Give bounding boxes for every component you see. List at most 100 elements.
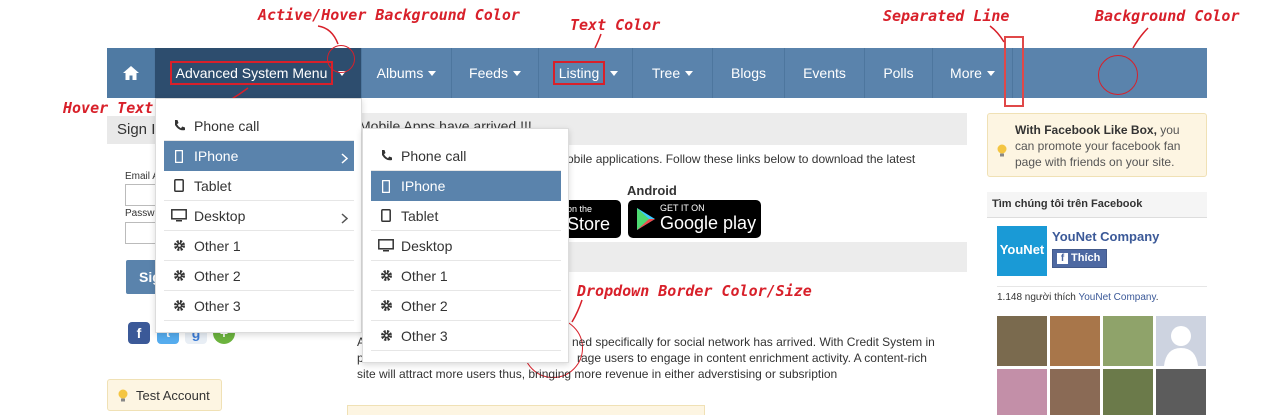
- fan-count-link[interactable]: YouNet Company: [1078, 292, 1155, 303]
- fan-count: 1.148 người thích YouNet Company.: [997, 292, 1159, 303]
- dd2-other-3[interactable]: Other 3: [371, 321, 561, 351]
- nav-listing-box: Listing: [552, 61, 606, 85]
- dd1-other-2[interactable]: Other 2: [164, 261, 354, 291]
- fan-avatar[interactable]: [1050, 369, 1100, 415]
- separated-line-highlight: [1004, 36, 1024, 107]
- nav-label-advanced: Advanced System Menu: [169, 61, 334, 85]
- dd2-other-3-label: Other 3: [401, 327, 448, 344]
- tablet-icon: [164, 179, 194, 192]
- fan-avatar-placeholder[interactable]: [1156, 316, 1206, 366]
- nav-polls-label: Polls: [883, 65, 914, 81]
- fan-avatar[interactable]: [1103, 316, 1153, 366]
- dd1-other-3[interactable]: Other 3: [164, 291, 354, 321]
- lightbulb-icon: [997, 144, 1007, 157]
- dd2-other-2[interactable]: Other 2: [371, 291, 561, 321]
- nav-home[interactable]: [107, 48, 155, 98]
- caret-down-icon: [610, 70, 619, 76]
- dd2-tablet[interactable]: Tablet: [371, 201, 561, 231]
- dd1-desktop[interactable]: Desktop: [164, 201, 354, 231]
- fan-avatar[interactable]: [997, 316, 1047, 366]
- phone-icon: [164, 119, 194, 132]
- nav-feeds[interactable]: Feeds: [452, 48, 539, 98]
- facebook-like-box-info: With Facebook Like Box, you can promote …: [987, 113, 1207, 177]
- fan-count-prefix: 1.148 người thích: [997, 292, 1079, 303]
- dd2-phone-call[interactable]: Phone call: [371, 141, 561, 171]
- gear-icon: [164, 299, 194, 312]
- dd2-phone-call-label: Phone call: [401, 147, 467, 164]
- younet-company-link[interactable]: YouNet Company: [1052, 229, 1159, 244]
- nav-events[interactable]: Events: [785, 48, 865, 98]
- dd1-phone-call[interactable]: Phone call: [164, 111, 354, 141]
- gear-icon: [371, 299, 401, 312]
- main-navbar: Advanced System Menu Albums Feeds Listin…: [107, 48, 1207, 98]
- google-play-button[interactable]: GET IT ON Google play: [628, 200, 761, 238]
- google-play-small-text: GET IT ON: [660, 203, 705, 213]
- dd2-other-1[interactable]: Other 1: [371, 261, 561, 291]
- facebook-login-icon[interactable]: f: [128, 322, 150, 344]
- nav-more[interactable]: More: [933, 48, 1013, 98]
- dd1-other-3-label: Other 3: [194, 297, 241, 314]
- dd2-desktop[interactable]: Desktop: [371, 231, 561, 261]
- caret-down-icon: [428, 70, 437, 76]
- fan-avatar[interactable]: [1156, 369, 1206, 415]
- home-icon: [122, 66, 139, 80]
- nav-albums[interactable]: Albums: [362, 48, 452, 98]
- password-label: Passw: [125, 208, 155, 219]
- dd1-phone-call-label: Phone call: [194, 117, 260, 134]
- facebook-widget-header: Tìm chúng tôi trên Facebook: [987, 192, 1207, 218]
- dd1-other-2-label: Other 2: [194, 267, 241, 284]
- fb-like-box-bold: With Facebook Like Box,: [1015, 123, 1157, 137]
- gear-icon: [164, 239, 194, 252]
- para-line2-end: rage users to engage in content enrichme…: [577, 351, 927, 365]
- nav-blogs[interactable]: Blogs: [713, 48, 785, 98]
- sign-in-title: Sign I: [117, 121, 156, 138]
- dd1-desktop-label: Desktop: [194, 207, 246, 224]
- dd2-other-1-label: Other 1: [401, 267, 448, 284]
- dd2-desktop-label: Desktop: [401, 237, 453, 254]
- para-line1-end: ned specifically for social network has …: [572, 335, 935, 349]
- dropdown-level-2: Phone call IPhone Tablet Desktop Other 1…: [362, 128, 569, 363]
- younet-logo[interactable]: YouNet: [997, 226, 1047, 276]
- gear-icon: [371, 329, 401, 342]
- gear-icon: [371, 269, 401, 282]
- caret-down-icon: [685, 70, 694, 76]
- gear-icon: [164, 269, 194, 282]
- test-account-button[interactable]: Test Account: [107, 379, 222, 411]
- dd1-iphone[interactable]: IPhone: [164, 141, 354, 171]
- desktop-icon: [371, 239, 401, 252]
- fan-avatar[interactable]: [1050, 316, 1100, 366]
- dd1-other-1-label: Other 1: [194, 237, 241, 254]
- android-label: Android: [627, 183, 677, 198]
- fan-avatar[interactable]: [997, 369, 1047, 415]
- user-silhouette-icon: [1164, 326, 1198, 366]
- desktop-icon: [164, 209, 194, 222]
- phone-icon: [371, 149, 401, 162]
- annotation-circle-active-bg: [327, 45, 355, 73]
- dd1-tablet[interactable]: Tablet: [164, 171, 354, 201]
- dd2-iphone[interactable]: IPhone: [371, 171, 561, 201]
- chevron-right-icon: [341, 151, 349, 167]
- content-paragraph-line3: site will attract more users thus, bring…: [357, 367, 838, 381]
- dd2-tablet-label: Tablet: [401, 207, 439, 224]
- sign-in-header: Sign I: [107, 116, 157, 144]
- nav-listing[interactable]: Listing: [539, 48, 633, 98]
- app-store-small-text: on the: [567, 204, 593, 214]
- nav-polls[interactable]: Polls: [865, 48, 933, 98]
- dropdown-level-1: Phone call IPhone Tablet Desktop Other 1…: [155, 98, 362, 333]
- facebook-like-button[interactable]: f Thích: [1052, 249, 1107, 268]
- sign-in-button[interactable]: Sig: [126, 260, 161, 294]
- annotation-dropdown-border: Dropdown Border Color/Size: [577, 282, 812, 300]
- app-store-big-text: Store: [567, 214, 611, 234]
- facebook-f-icon: f: [1057, 253, 1068, 264]
- fan-count-suffix: .: [1155, 292, 1159, 303]
- chevron-right-icon: [341, 211, 349, 227]
- nav-more-label: More: [950, 65, 982, 81]
- nav-tree-label: Tree: [651, 65, 681, 81]
- mobile-icon: [164, 149, 194, 163]
- dd2-other-2-label: Other 2: [401, 297, 448, 314]
- mobile-icon: [371, 179, 401, 193]
- nav-blogs-label: Blogs: [730, 65, 767, 81]
- nav-tree[interactable]: Tree: [633, 48, 713, 98]
- fan-avatar[interactable]: [1103, 369, 1153, 415]
- dd1-other-1[interactable]: Other 1: [164, 231, 354, 261]
